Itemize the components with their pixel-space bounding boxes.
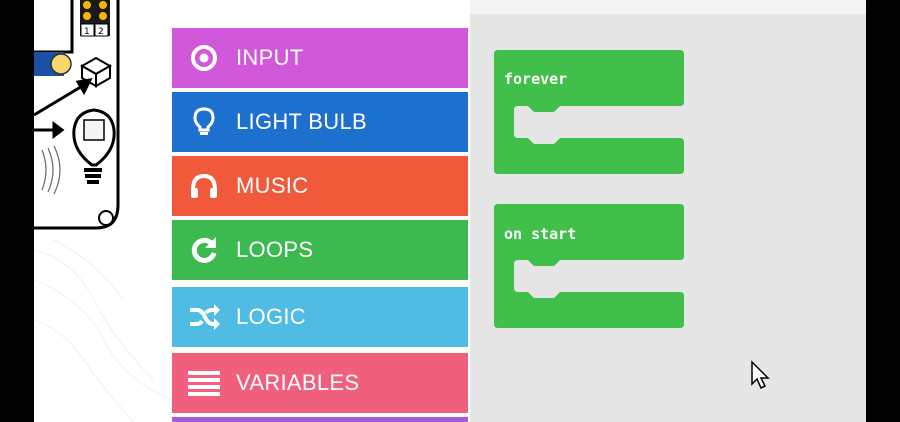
refresh-icon: [172, 220, 236, 280]
category-music-label: MUSIC: [236, 173, 309, 198]
shuffle-icon: [172, 287, 236, 347]
headphones-icon: [172, 156, 236, 216]
category-loops-label: LOOPS: [236, 237, 314, 262]
left-black-border: [0, 0, 34, 422]
pin-label-1: 1: [84, 27, 90, 37]
category-variables-label: VARIABLES: [236, 370, 360, 395]
category-variables[interactable]: VARIABLES: [172, 353, 468, 413]
mouse-pointer-icon: [750, 360, 772, 396]
on-start-block[interactable]: on start: [494, 204, 686, 334]
target-icon: [172, 28, 236, 88]
category-light-bulb[interactable]: LIGHT BULB: [172, 92, 468, 152]
device-simulator[interactable]: 1 2: [34, 0, 172, 422]
category-logic-label: LOGIC: [236, 304, 306, 329]
list-icon: [172, 353, 236, 413]
category-next-partial[interactable]: [172, 417, 468, 422]
forever-block[interactable]: forever: [494, 50, 686, 180]
category-input-label: INPUT: [236, 45, 304, 70]
category-logic[interactable]: LOGIC: [172, 287, 468, 347]
on-start-block-label: on start: [504, 225, 577, 243]
category-loops[interactable]: LOOPS: [172, 220, 468, 280]
category-music[interactable]: MUSIC: [172, 156, 468, 216]
forever-block-label: forever: [504, 70, 568, 88]
category-input[interactable]: INPUT: [172, 28, 468, 88]
category-light-bulb-label: LIGHT BULB: [236, 109, 367, 134]
blocks-workspace[interactable]: forever on start: [470, 14, 866, 422]
pin-label-2: 2: [98, 27, 104, 37]
light-bulb-icon: [172, 92, 236, 152]
simulator-board: 1 2: [34, 0, 172, 422]
right-black-border: [866, 0, 900, 422]
light-bulb-icon: [72, 108, 116, 184]
toolbox: INPUT LIGHT BULB MUSIC LOOPS LOGIC VARIA…: [172, 0, 470, 422]
